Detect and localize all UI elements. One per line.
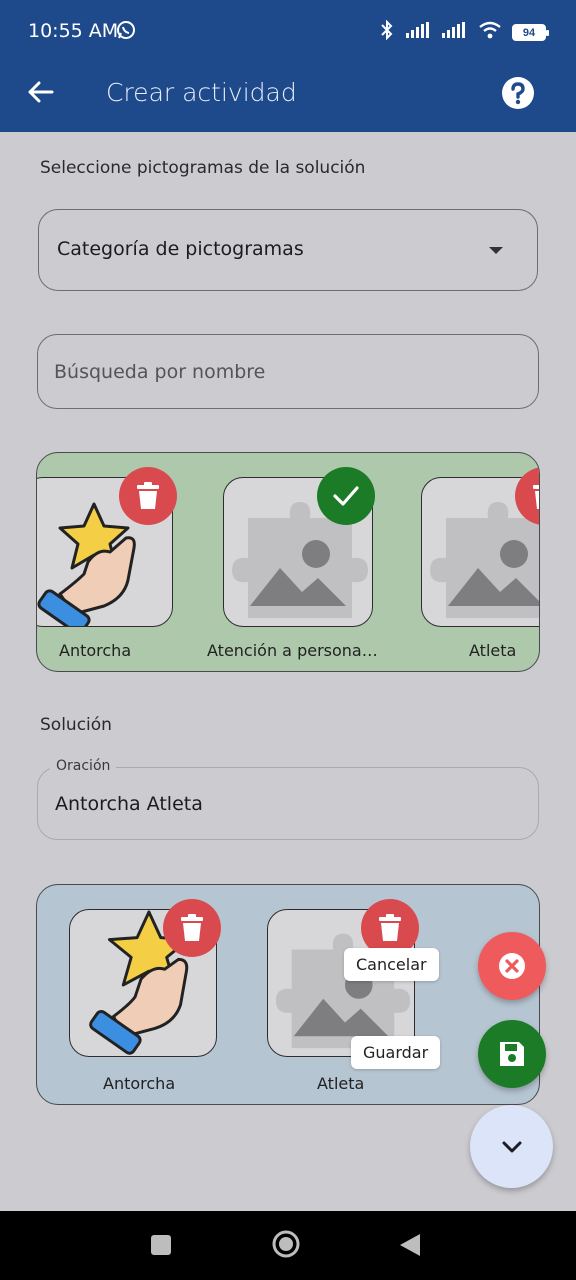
pictogram-label: Atleta <box>469 641 517 660</box>
recents-icon[interactable] <box>150 1234 172 1261</box>
chevron-down-icon <box>502 1141 521 1152</box>
signal-icon <box>406 22 432 43</box>
selected-check-button[interactable] <box>317 467 375 525</box>
sentence-value: Antorcha Atleta <box>55 793 203 815</box>
trash-icon <box>181 914 203 941</box>
category-dropdown[interactable]: Categoría de pictogramas <box>38 209 538 291</box>
save-button[interactable] <box>478 1020 546 1088</box>
trash-icon <box>379 914 401 941</box>
trash-icon <box>137 482 159 509</box>
solution-pictogram-label: Atleta <box>317 1074 365 1093</box>
battery-icon: 94 <box>512 24 549 41</box>
pictogram-list[interactable]: Antorcha Atención a persona… Atleta <box>36 452 540 672</box>
signal-icon-2 <box>442 22 468 43</box>
solution-list[interactable]: Antorcha Atleta <box>36 884 540 1105</box>
search-input[interactable] <box>37 334 539 409</box>
delete-button[interactable] <box>119 467 177 525</box>
whatsapp-icon <box>116 20 136 45</box>
delete-button[interactable] <box>163 899 221 957</box>
back-icon[interactable] <box>398 1232 422 1263</box>
bluetooth-icon <box>378 19 396 45</box>
pictogram-label: Antorcha <box>59 641 132 660</box>
trash-icon <box>533 485 539 509</box>
home-icon[interactable] <box>271 1229 301 1264</box>
wifi-icon <box>478 21 502 44</box>
solution-label: Solución <box>40 715 112 735</box>
sentence-field-label: Oración <box>50 758 117 774</box>
collapse-speed-dial-button[interactable] <box>470 1105 553 1188</box>
status-time: 10:55 AM <box>28 20 119 42</box>
sentence-field[interactable]: Oración Antorcha Atleta <box>37 758 539 840</box>
dropdown-arrow-icon <box>489 247 503 254</box>
save-tooltip[interactable]: Guardar <box>351 1036 441 1069</box>
help-icon[interactable] <box>500 75 536 111</box>
app-bar: Crear actividad <box>0 62 576 132</box>
category-value: Categoría de pictogramas <box>57 238 304 260</box>
status-bar: 10:55 AM 94 <box>0 0 576 62</box>
save-icon <box>500 1042 524 1066</box>
close-circle-icon <box>499 953 525 979</box>
cancel-button[interactable] <box>478 932 546 1000</box>
back-arrow-icon[interactable] <box>22 76 62 116</box>
cancel-tooltip[interactable]: Cancelar <box>344 948 439 981</box>
pictogram-label: Atención a persona… <box>207 641 378 660</box>
select-pictograms-label: Seleccione pictogramas de la solución <box>40 158 366 178</box>
system-nav-bar <box>0 1211 576 1280</box>
page-title: Crear actividad <box>106 78 297 107</box>
check-icon <box>333 486 359 506</box>
solution-pictogram-label: Antorcha <box>103 1074 176 1093</box>
